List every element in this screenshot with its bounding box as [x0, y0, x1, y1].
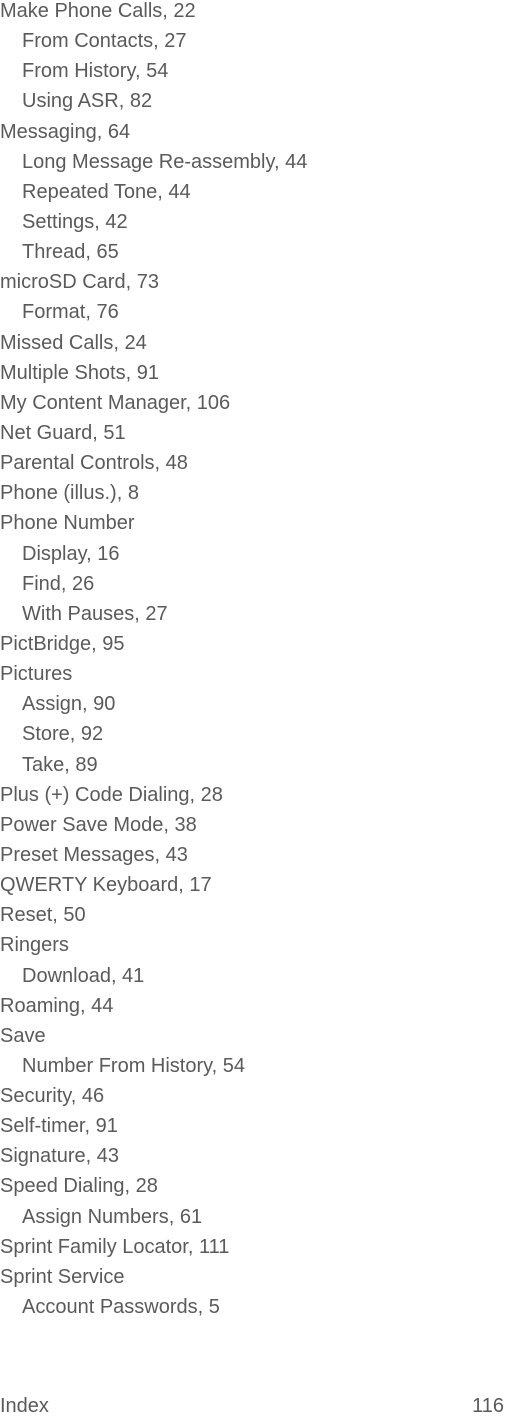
index-entry: Power Save Mode, 38	[0, 813, 197, 836]
index-entry: Phone (illus.), 8	[0, 482, 139, 505]
index-list: Make Phone Calls, 22 From Contacts, 27 Fro…	[0, 0, 307, 1322]
footer-section-title: Index	[0, 1395, 49, 1417]
index-subentry: Assign Numbers, 61	[22, 1205, 203, 1228]
page-footer: Index 116	[0, 1393, 505, 1419]
index-entry: Parental Controls, 48	[0, 452, 188, 475]
index-subentry: Long Message Re-assembly, 44	[22, 150, 308, 173]
index-entry: Messaging, 64	[0, 120, 131, 143]
index-entry: Phone Number	[0, 512, 135, 535]
index-subentry: Settings, 42	[22, 210, 128, 233]
index-entry: Sprint Service	[0, 1265, 125, 1288]
index-entry: Roaming, 44	[0, 994, 114, 1017]
index-entry: My Content Manager, 106	[0, 391, 231, 414]
index-entry: microSD Card, 73	[0, 271, 159, 294]
index-subentry: From Contacts, 27	[22, 30, 187, 53]
index-subentry: Store, 92	[22, 723, 104, 746]
index-entry: Plus (+) Code Dialing, 28	[0, 783, 223, 806]
index-entry: Self-timer, 91	[0, 1115, 118, 1138]
index-entry: Save	[0, 1024, 46, 1047]
index-subentry: Download, 41	[22, 964, 145, 987]
index-entry: Missed Calls, 24	[0, 331, 147, 354]
index-entry: Security, 46	[0, 1085, 105, 1108]
index-subentry: Account Passwords, 5	[22, 1296, 220, 1319]
index-subentry: Repeated Tone, 44	[22, 180, 191, 203]
index-subentry: Thread, 65	[22, 241, 119, 264]
index-subentry: Take, 89	[22, 753, 98, 776]
index-entry: Reset, 50	[0, 904, 86, 927]
index-entry: PictBridge, 95	[0, 632, 125, 655]
index-subentry: Format, 76	[22, 301, 119, 324]
index-entry: Ringers	[0, 934, 69, 957]
index-entry: Pictures	[0, 663, 73, 686]
index-entry: Sprint Family Locator, 111	[0, 1235, 230, 1258]
index-subentry: With Pauses, 27	[22, 602, 168, 625]
index-entry: Net Guard, 51	[0, 421, 126, 444]
index-entry: QWERTY Keyboard, 17	[0, 874, 212, 897]
index-entry: Multiple Shots, 91	[0, 361, 159, 384]
index-subentry: Using ASR, 82	[22, 90, 153, 113]
index-subentry: Number From History, 54	[22, 1054, 246, 1077]
footer-page-number: 116	[472, 1395, 504, 1417]
index-subentry: From History, 54	[22, 60, 169, 83]
index-entry: Signature, 43	[0, 1145, 119, 1168]
index-subentry: Find, 26	[22, 572, 95, 595]
index-entry: Speed Dialing, 28	[0, 1175, 158, 1198]
index-subentry: Assign, 90	[22, 693, 116, 716]
index-entry: Preset Messages, 43	[0, 843, 188, 866]
index-entry: Make Phone Calls, 22	[0, 0, 196, 22]
index-subentry: Display, 16	[22, 542, 120, 565]
